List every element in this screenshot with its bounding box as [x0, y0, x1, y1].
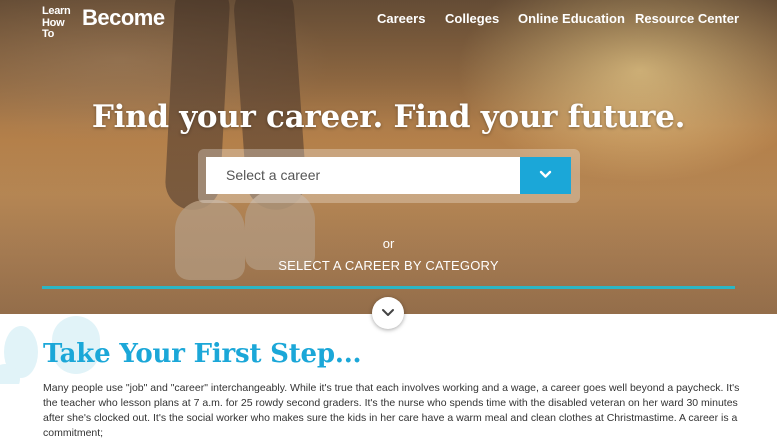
career-select-toggle[interactable]	[520, 157, 571, 194]
career-select-wrapper: Select a career	[198, 149, 580, 203]
chevron-down-icon	[382, 309, 394, 316]
hero-section: Learn How To Become Careers Colleges Onl…	[0, 0, 777, 314]
chevron-down-icon	[539, 170, 552, 178]
section-title: Take Your First Step...	[43, 339, 362, 369]
select-by-category-link[interactable]: SELECT A CAREER BY CATEGORY	[0, 258, 777, 273]
category-underline	[42, 286, 735, 289]
intro-paragraph: Many people use "job" and "career" inter…	[43, 382, 740, 439]
nav-online-education[interactable]: Online Education	[518, 11, 625, 26]
career-select[interactable]: Select a career	[206, 157, 520, 194]
hero-headline: Find your career. Find your future.	[91, 99, 686, 135]
scroll-down-button[interactable]	[372, 297, 404, 329]
nav-careers[interactable]: Careers	[377, 11, 425, 26]
nav-colleges[interactable]: Colleges	[445, 11, 499, 26]
or-separator: or	[382, 236, 395, 251]
nav-resource-center[interactable]: Resource Center	[635, 11, 739, 26]
